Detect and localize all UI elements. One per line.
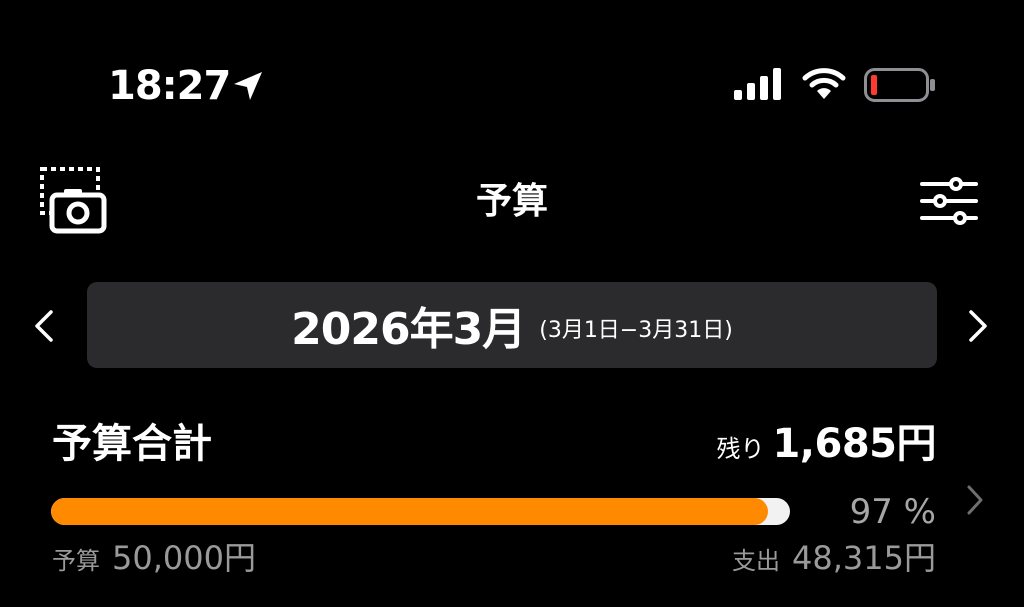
spent-value: 48,315円 bbox=[792, 539, 936, 577]
receipt-camera-icon bbox=[40, 167, 107, 234]
month-label: 2026年3月 bbox=[291, 304, 526, 355]
remaining-value: 1,685円 bbox=[772, 421, 936, 467]
budget-label: 予算 bbox=[52, 547, 100, 575]
cellular-signal-icon bbox=[734, 68, 781, 100]
status-time: 18:27 bbox=[108, 63, 231, 109]
sliders-icon bbox=[920, 177, 978, 225]
location-arrow-icon bbox=[234, 72, 262, 100]
spent-amount: 支出 48,315円 bbox=[732, 538, 936, 581]
budget-progress-fill bbox=[51, 498, 768, 525]
settings-sliders-button[interactable] bbox=[918, 176, 980, 226]
month-selector[interactable]: 2026年3月 (3月1日−3月31日) bbox=[87, 282, 937, 368]
remaining-amount: 残り 1,685円 bbox=[716, 418, 936, 475]
next-month-button[interactable] bbox=[956, 300, 1000, 352]
chevron-right-icon bbox=[967, 485, 983, 515]
budget-value: 50,000円 bbox=[112, 539, 256, 577]
remaining-label: 残り bbox=[716, 435, 765, 463]
budget-percent: 97 % bbox=[849, 492, 936, 532]
budget-progress-bar bbox=[51, 498, 790, 525]
spent-label: 支出 bbox=[732, 547, 781, 575]
previous-month-button[interactable] bbox=[22, 300, 66, 352]
total-budget-label: 予算合計 bbox=[52, 421, 212, 467]
battery-low-icon bbox=[864, 68, 935, 102]
date-range: (3月1日−3月31日) bbox=[539, 318, 733, 343]
budget-amount: 予算 50,000円 bbox=[52, 538, 256, 581]
wifi-icon bbox=[802, 68, 846, 99]
receipt-camera-button[interactable] bbox=[38, 165, 110, 237]
chevron-right-icon bbox=[969, 310, 987, 342]
total-budget-detail-button[interactable] bbox=[958, 478, 992, 522]
page-title: 予算 bbox=[475, 181, 548, 222]
chevron-left-icon bbox=[35, 310, 53, 342]
